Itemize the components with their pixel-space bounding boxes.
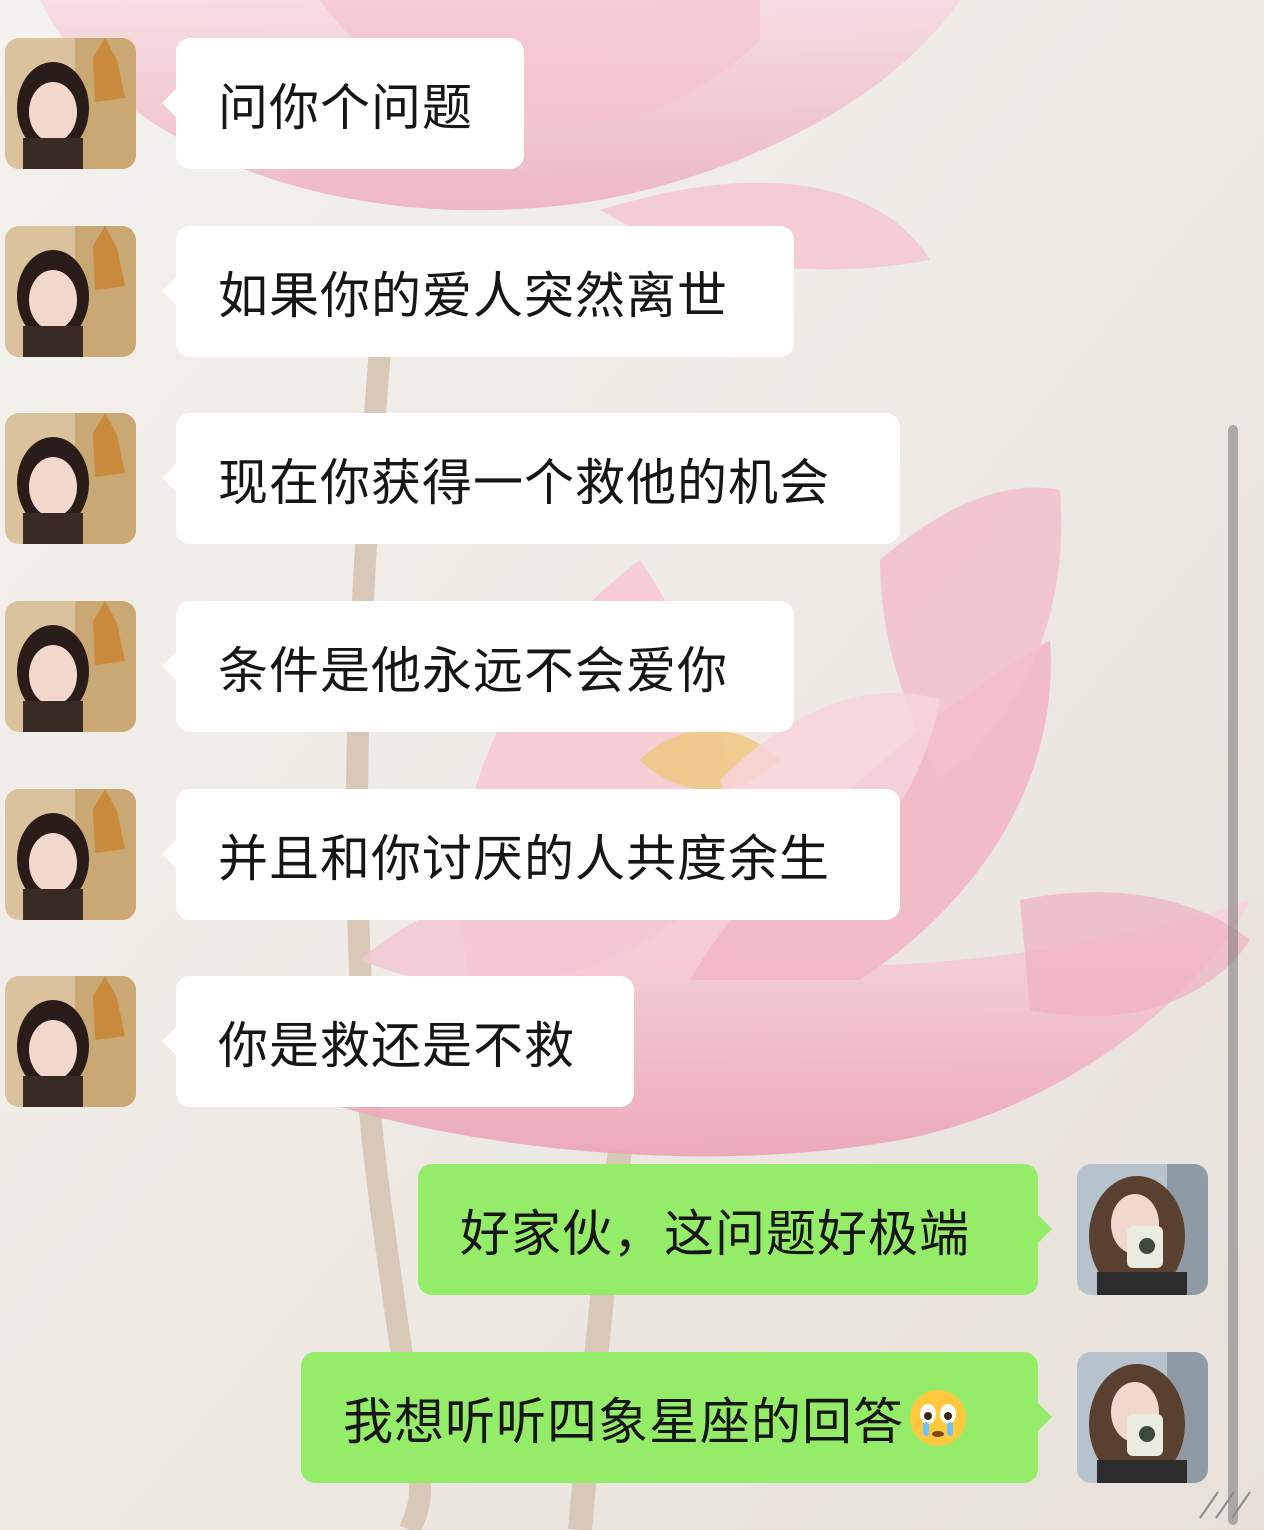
message-text: 条件是他永远不会爱你: [218, 641, 728, 700]
message-text: 并且和你讨厌的人共度余生: [218, 829, 830, 888]
message-text: 如果你的爱人突然离世: [218, 266, 728, 325]
home-indicator-icon[interactable]: [1196, 1488, 1254, 1522]
message-text: 问你个问题: [218, 78, 473, 137]
message-bubble-outgoing[interactable]: 好家伙，这问题好极端: [418, 1164, 1052, 1295]
scrollbar[interactable]: [1228, 425, 1238, 1525]
contact-avatar[interactable]: [5, 226, 136, 357]
message-bubble-incoming[interactable]: 并且和你讨厌的人共度余生: [162, 789, 900, 920]
my-avatar[interactable]: [1077, 1352, 1208, 1483]
contact-avatar[interactable]: [5, 789, 136, 920]
contact-avatar[interactable]: [5, 38, 136, 169]
message-bubble-incoming[interactable]: 条件是他永远不会爱你: [162, 601, 794, 732]
message-bubble-incoming[interactable]: 现在你获得一个救他的机会: [162, 413, 900, 544]
message-text: 我想听听四象星座的回答: [343, 1392, 904, 1451]
message-text: 好家伙，这问题好极端: [460, 1204, 970, 1263]
contact-avatar[interactable]: [5, 413, 136, 544]
message-text: 你是救还是不救: [218, 1016, 575, 1075]
message-text: 现在你获得一个救他的机会: [218, 453, 830, 512]
crying-eyes-emoji-icon: [908, 1388, 968, 1448]
contact-avatar[interactable]: [5, 976, 136, 1107]
contact-avatar[interactable]: [5, 601, 136, 732]
message-bubble-incoming[interactable]: 如果你的爱人突然离世: [162, 226, 794, 357]
my-avatar[interactable]: [1077, 1164, 1208, 1295]
message-bubble-incoming[interactable]: 问你个问题: [162, 38, 524, 169]
message-bubble-outgoing[interactable]: 我想听听四象星座的回答: [301, 1352, 1052, 1483]
message-bubble-incoming[interactable]: 你是救还是不救: [162, 976, 634, 1107]
